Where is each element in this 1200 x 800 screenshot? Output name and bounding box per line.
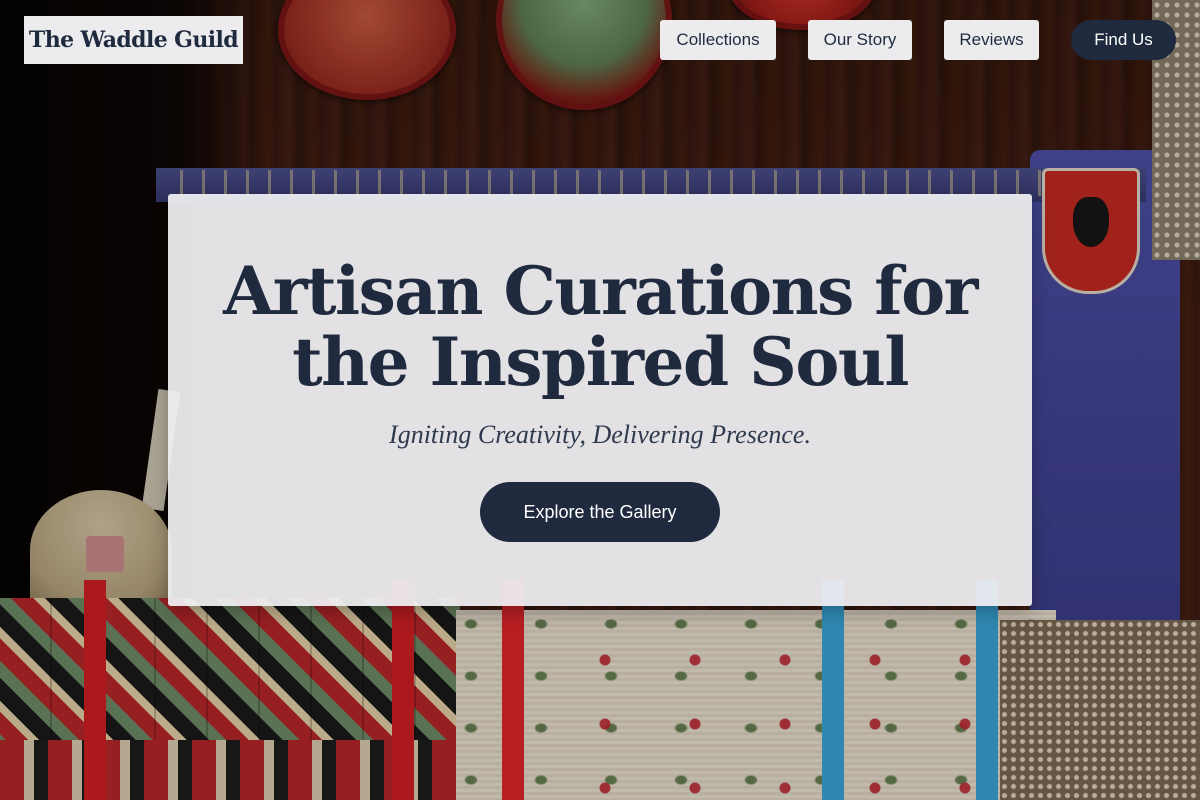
nav-collections-button[interactable]: Collections: [660, 20, 776, 60]
explore-gallery-button[interactable]: Explore the Gallery: [480, 482, 720, 542]
hero-title: Artisan Curations for the Inspired Soul: [223, 252, 978, 401]
nav-reviews-button[interactable]: Reviews: [944, 20, 1039, 60]
nav-our-story-button[interactable]: Our Story: [808, 20, 912, 60]
site-logo[interactable]: The Waddle Guild: [24, 16, 243, 64]
find-us-button[interactable]: Find Us: [1071, 20, 1176, 60]
hero-card: Artisan Curations for the Inspired Soul …: [168, 194, 1032, 606]
hero-subtitle: Igniting Creativity, Delivering Presence…: [389, 420, 811, 449]
